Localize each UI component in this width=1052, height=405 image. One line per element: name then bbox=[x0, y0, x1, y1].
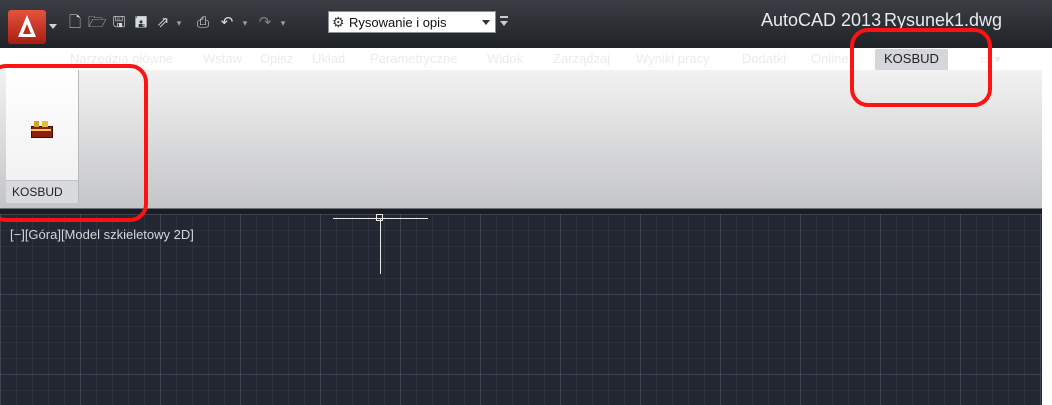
new-icon[interactable]: 🗋 bbox=[66, 14, 84, 32]
save-as-icon[interactable]: 🖪 bbox=[132, 14, 150, 32]
crosshair-pickbox bbox=[376, 214, 383, 221]
workspace-selector[interactable]: ⚙ Rysowanie i opis bbox=[328, 11, 496, 33]
tab-zarzadzaj[interactable]: Zarządzaj bbox=[553, 49, 610, 69]
tab-online[interactable]: Online bbox=[811, 49, 849, 69]
open-icon[interactable]: 🗁 bbox=[88, 14, 107, 32]
annotation-highlight-tab bbox=[850, 28, 992, 107]
tab-dodatki[interactable]: Dodatki bbox=[742, 49, 786, 69]
plot-icon[interactable]: ⎙ bbox=[194, 14, 212, 32]
annotation-highlight-panel bbox=[0, 64, 148, 222]
viewport-controls-label[interactable]: [−][Góra][Model szkieletowy 2D] bbox=[10, 227, 194, 242]
tab-uklad[interactable]: Układ bbox=[312, 49, 345, 69]
autocad-window: 🗋 🗁 🖫 🖪 ⇗ ▾ ⎙ ↶ ▾ ↷ ▾ ⚙ Rysowanie i opis… bbox=[0, 0, 1052, 405]
tab-wyniki-pracy[interactable]: Wyniki pracy bbox=[636, 49, 710, 69]
redo-icon[interactable]: ↷ bbox=[256, 14, 274, 32]
workspace-label: Rysowanie i opis bbox=[349, 15, 447, 30]
crosshair-vertical bbox=[380, 218, 381, 274]
publish-icon[interactable]: ⇗ bbox=[154, 14, 172, 32]
tab-wstaw[interactable]: Wstaw bbox=[203, 49, 242, 69]
window-edge bbox=[1042, 48, 1052, 405]
save-icon[interactable]: 🖫 bbox=[110, 14, 128, 32]
chevron-down-icon bbox=[49, 24, 57, 29]
undo-dropdown-icon[interactable]: ▾ bbox=[240, 14, 250, 32]
publish-dropdown-icon[interactable]: ▾ bbox=[174, 14, 184, 32]
chevron-down-icon bbox=[482, 20, 490, 25]
redo-dropdown-icon[interactable]: ▾ bbox=[278, 14, 288, 32]
customize-quick-access-icon[interactable] bbox=[499, 15, 509, 29]
tab-parametryczne[interactable]: Parametryczne bbox=[370, 49, 457, 69]
application-menu-button[interactable] bbox=[8, 10, 57, 44]
undo-icon[interactable]: ↶ bbox=[218, 14, 236, 32]
drawing-viewport[interactable] bbox=[0, 214, 1052, 405]
tab-opisz[interactable]: Opisz bbox=[260, 49, 293, 69]
tab-widok[interactable]: Widok bbox=[487, 49, 523, 69]
autocad-a-logo-icon bbox=[8, 10, 46, 44]
gear-icon: ⚙ bbox=[332, 14, 345, 30]
